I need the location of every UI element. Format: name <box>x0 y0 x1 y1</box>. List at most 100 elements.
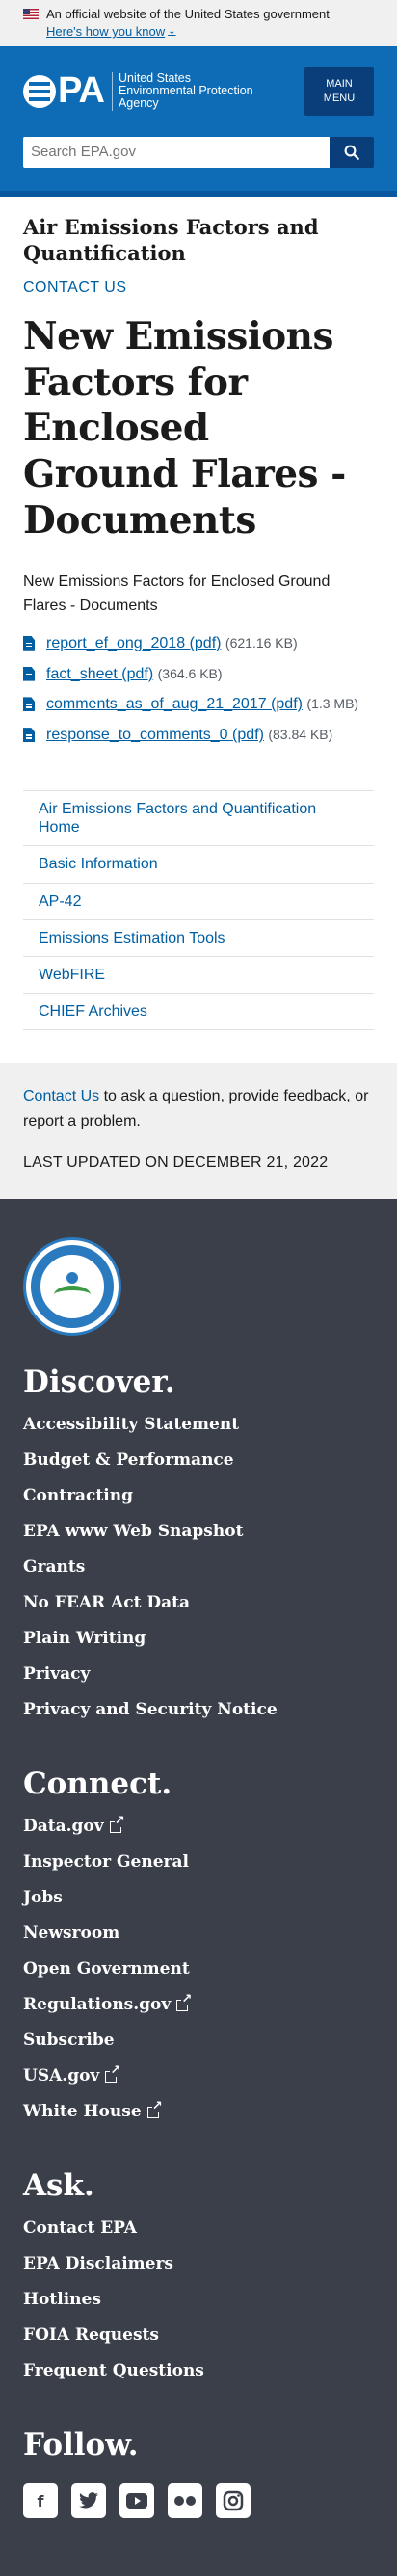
footer-link[interactable]: Accessibility Statement <box>23 1417 374 1433</box>
footer-link-label[interactable]: Privacy <box>23 1666 90 1683</box>
search-icon <box>344 145 359 160</box>
heres-how-you-know-label[interactable]: Here's how you know <box>46 24 165 39</box>
footer-link-label[interactable]: Privacy and Security Notice <box>23 1702 278 1718</box>
footer-link-label[interactable]: USA.gov <box>23 2068 99 2085</box>
external-link-icon <box>109 1814 125 1833</box>
footer-link-label[interactable]: Inspector General <box>23 1854 189 1871</box>
twitter-icon[interactable] <box>71 2483 106 2519</box>
youtube-icon[interactable] <box>119 2483 154 2519</box>
footer-link-label[interactable]: Plain Writing <box>23 1631 146 1647</box>
seal-flower-icon <box>54 1272 91 1301</box>
agency-line-3: Agency <box>118 96 159 111</box>
footer-link[interactable]: Regulations.gov <box>23 1992 374 2013</box>
main-menu-button[interactable]: MAIN MENU <box>304 67 374 116</box>
footer-link[interactable]: Contracting <box>23 1488 374 1504</box>
footer-link[interactable]: Privacy and Security Notice <box>23 1702 374 1718</box>
document-item: response_to_comments_0 (pdf) (83.84 KB) <box>23 724 374 748</box>
contact-us-footer-link[interactable]: Contact Us <box>23 1088 99 1104</box>
gov-banner-text: An official website of the United States… <box>46 7 330 21</box>
chevron-down-icon: ⌄ <box>168 26 176 37</box>
epa-logo[interactable]: PA United States Environmental Protectio… <box>23 70 253 112</box>
related-link-webfire[interactable]: WebFIRE <box>23 957 374 995</box>
agency-name: United States Environmental Protection A… <box>111 72 253 111</box>
footer-link-label[interactable]: White House <box>23 2104 142 2120</box>
heres-how-you-know-link[interactable]: Here's how you know ⌄ <box>46 24 176 39</box>
main-content: Air Emissions Factors and Quantification… <box>0 197 397 1031</box>
pdf-file-icon <box>23 697 35 712</box>
flickr-icon[interactable] <box>168 2483 202 2519</box>
document-item: comments_as_of_aug_21_2017 (pdf) (1.3 MB… <box>23 693 374 717</box>
site-footer: Discover. Accessibility Statement Budget… <box>0 1199 397 2576</box>
social-links: f <box>23 2483 374 2519</box>
discover-heading: Discover. <box>23 1365 175 1400</box>
document-list: report_ef_ong_2018 (pdf) (621.16 KB) fac… <box>23 632 374 748</box>
footer-link-label[interactable]: EPA www Web Snapshot <box>23 1524 243 1540</box>
pdf-file-icon <box>23 728 35 743</box>
footer-link-label[interactable]: Regulations.gov <box>23 1997 171 2013</box>
footer-link[interactable]: Jobs <box>23 1890 374 1906</box>
footer-link-label[interactable]: EPA Disclaimers <box>23 2256 173 2272</box>
facebook-icon[interactable]: f <box>23 2483 58 2519</box>
footer-link-label[interactable]: FOIA Requests <box>23 2327 159 2344</box>
footer-link[interactable]: EPA www Web Snapshot <box>23 1524 374 1540</box>
footer-link[interactable]: Frequent Questions <box>23 2363 374 2379</box>
footer-link[interactable]: Inspector General <box>23 1854 374 1871</box>
footer-link-label[interactable]: Newsroom <box>23 1925 119 1942</box>
site-header: PA United States Environmental Protectio… <box>0 46 397 197</box>
related-link-ap42[interactable]: AP-42 <box>23 884 374 920</box>
footer-link[interactable]: Privacy <box>23 1666 374 1683</box>
search-input[interactable] <box>23 136 330 168</box>
epa-logo-mark: PA <box>23 70 105 112</box>
page-title: New Emissions Factors for Enclosed Groun… <box>23 314 346 543</box>
footer-link[interactable]: Contact EPA <box>23 2220 374 2237</box>
footer-link[interactable]: Data.gov <box>23 1814 374 1835</box>
ask-list: Contact EPA EPA Disclaimers Hotlines FOI… <box>23 2220 374 2379</box>
related-link-estimation-tools[interactable]: Emissions Estimation Tools <box>23 920 374 957</box>
agency-line-2: Environmental Protection <box>118 84 253 98</box>
document-link[interactable]: report_ef_ong_2018 (pdf) <box>46 635 221 651</box>
footer-link[interactable]: EPA Disclaimers <box>23 2256 374 2272</box>
document-item: report_ef_ong_2018 (pdf) (621.16 KB) <box>23 632 374 656</box>
document-link[interactable]: comments_as_of_aug_21_2017 (pdf) <box>46 696 303 712</box>
footer-link[interactable]: Budget & Performance <box>23 1452 374 1469</box>
footer-link[interactable]: Subscribe <box>23 2032 374 2049</box>
footer-link-label[interactable]: Hotlines <box>23 2292 101 2308</box>
document-link[interactable]: response_to_comments_0 (pdf) <box>46 727 264 743</box>
pdf-file-icon <box>23 666 35 681</box>
document-item: fact_sheet (pdf) (364.6 KB) <box>23 663 374 687</box>
footer-link[interactable]: Plain Writing <box>23 1631 374 1647</box>
instagram-icon[interactable] <box>216 2483 251 2519</box>
intro-text: New Emissions Factors for Enclosed Groun… <box>23 573 331 614</box>
footer-link[interactable]: Grants <box>23 1559 374 1576</box>
related-link-basic-information[interactable]: Basic Information <box>23 846 374 884</box>
footer-link-label[interactable]: Accessibility Statement <box>23 1417 239 1433</box>
search-button[interactable] <box>330 136 374 168</box>
footer-link-label[interactable]: Jobs <box>23 1890 63 1906</box>
footer-link-label[interactable]: Contracting <box>23 1488 133 1504</box>
footer-link-label[interactable]: Data.gov <box>23 1819 104 1835</box>
pdf-file-icon <box>23 635 35 651</box>
footer-link-label[interactable]: Grants <box>23 1559 85 1576</box>
footer-link[interactable]: Hotlines <box>23 2292 374 2308</box>
external-link-icon <box>146 2099 163 2118</box>
footer-link[interactable]: No FEAR Act Data <box>23 1595 374 1611</box>
footer-link-label[interactable]: No FEAR Act Data <box>23 1595 190 1611</box>
footer-link[interactable]: FOIA Requests <box>23 2327 374 2344</box>
related-link-home[interactable]: Air Emissions Factors and Quantification… <box>23 791 374 847</box>
section-title: Air Emissions Factors and Quantification <box>23 214 319 265</box>
footer-link-label[interactable]: Frequent Questions <box>23 2363 204 2379</box>
footer-link-label[interactable]: Budget & Performance <box>23 1452 234 1469</box>
footer-link[interactable]: White House <box>23 2099 374 2120</box>
footer-link-label[interactable]: Open Government <box>23 1961 190 1978</box>
footer-link[interactable]: Open Government <box>23 1961 374 1978</box>
footer-link-label[interactable]: Contact EPA <box>23 2220 137 2237</box>
footer-link-label[interactable]: Subscribe <box>23 2032 115 2049</box>
contact-us-link[interactable]: CONTACT US <box>23 279 374 297</box>
footer-link[interactable]: USA.gov <box>23 2063 374 2085</box>
menu-line-2: MENU <box>323 92 356 104</box>
document-link[interactable]: fact_sheet (pdf) <box>46 666 153 682</box>
footer-link[interactable]: Newsroom <box>23 1925 374 1942</box>
related-links-nav: Air Emissions Factors and Quantification… <box>23 789 374 1031</box>
related-link-chief-archives[interactable]: CHIEF Archives <box>23 994 374 1031</box>
document-size: (621.16 KB) <box>225 634 298 651</box>
